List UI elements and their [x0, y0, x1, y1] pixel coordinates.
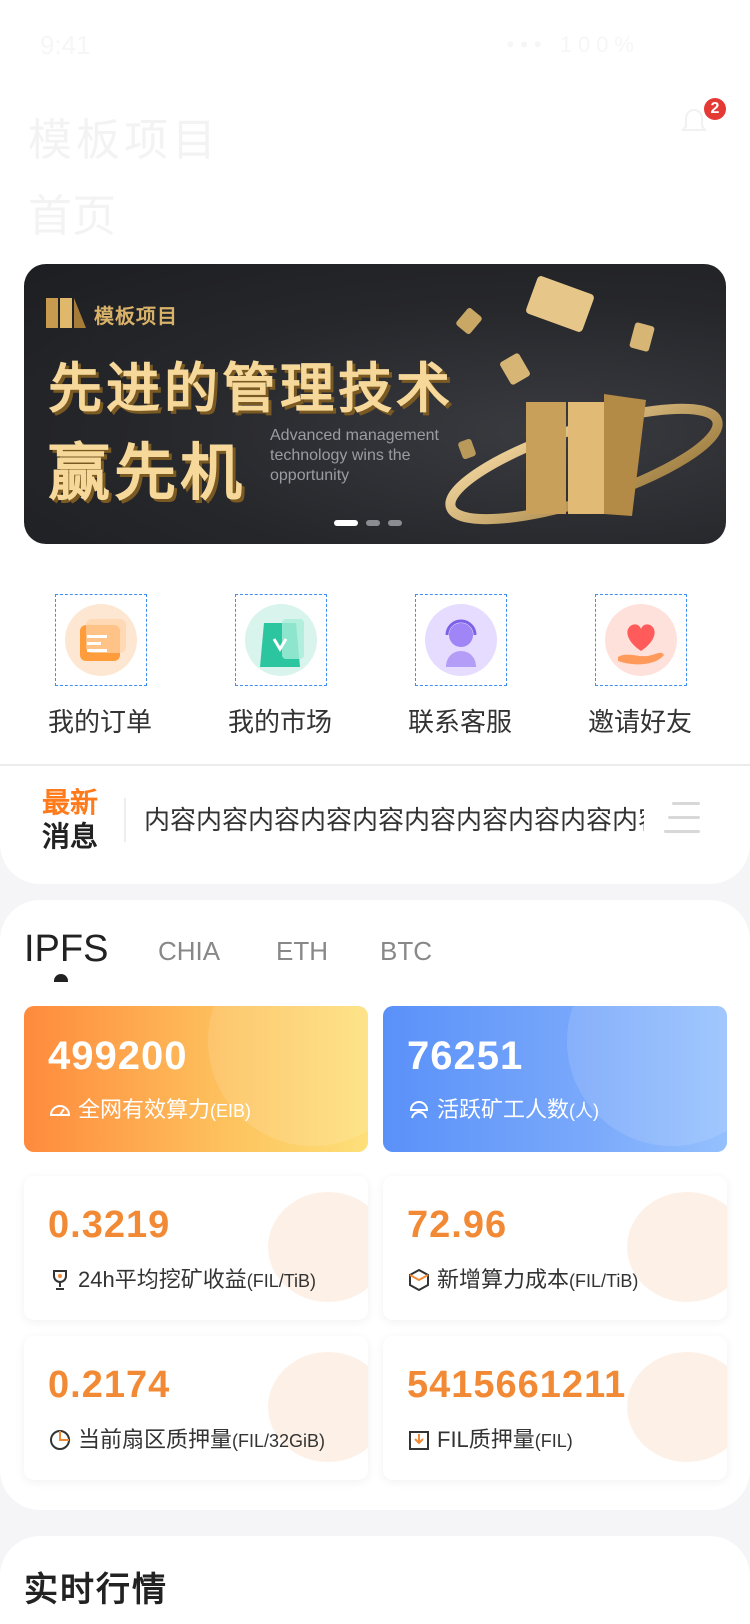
stat-fil-pledge-card[interactable]: 5415661211 FIL质押量(FIL)	[383, 1336, 727, 1480]
quick-item-label: 我的订单	[47, 707, 152, 737]
stat-label-text: 活跃矿工人数	[437, 1097, 570, 1122]
stat-value: 499200	[48, 1034, 188, 1078]
stat-new-power-cost-card[interactable]: 72.96 新增算力成本(FIL/TiB)	[383, 1176, 727, 1320]
news-tag-line2: 消息	[42, 821, 99, 852]
quick-item-label: 我的市场	[227, 707, 332, 737]
stats-section: IPFS CHIA ETH BTC 499200 全网有效算力(EIB) 762…	[0, 900, 750, 1510]
stat-label: FIL质押量(FIL)	[407, 1422, 573, 1454]
download-watermark-icon	[627, 1352, 727, 1462]
page-subtitle: 首页	[28, 192, 116, 241]
quick-menu: 我的订单 我的市场 联系客服 邀请好友	[0, 590, 750, 740]
stat-label: 24h平均挖矿收益(FIL/TiB)	[48, 1262, 316, 1294]
quick-item-label: 联系客服	[407, 707, 512, 737]
customer-service-icon	[415, 594, 507, 686]
stat-value: 0.3219	[48, 1204, 171, 1246]
notification-badge: 2	[704, 98, 726, 120]
tab-eth[interactable]: ETH	[276, 936, 328, 967]
stat-unit: (人)	[569, 1101, 600, 1121]
trophy-icon	[53, 1270, 67, 1290]
tab-chia[interactable]: CHIA	[158, 936, 220, 967]
divider	[0, 764, 750, 766]
top-area: 9:41 ••• 100% 模板项目 首页 2 模板项目 先进的管理技术 赢先机…	[0, 0, 750, 884]
status-bar: 9:41 ••• 100%	[0, 20, 750, 64]
stat-label: 新增算力成本(FIL/TiB)	[407, 1262, 638, 1294]
market-title: 实时行情	[24, 1571, 168, 1609]
market-section: 实时行情	[0, 1536, 750, 1624]
news-divider	[124, 798, 126, 842]
news-tag-line1: 最新	[42, 787, 99, 818]
stat-active-miners-card[interactable]: 76251 活跃矿工人数(人)	[383, 1006, 727, 1152]
pie-chart-icon	[50, 1430, 70, 1450]
stat-unit: (FIL/TiB)	[246, 1271, 317, 1291]
stat-label: 当前扇区质押量(FIL/32GiB)	[48, 1422, 325, 1454]
stat-value: 72.96	[407, 1204, 508, 1246]
growth-watermark-icon	[627, 1192, 727, 1302]
stat-label-text: 新增算力成本	[437, 1267, 570, 1292]
stat-label-text: 24h平均挖矿收益	[78, 1267, 247, 1292]
stat-sector-pledge-card[interactable]: 0.2174 当前扇区质押量(FIL/32GiB)	[24, 1336, 368, 1480]
stat-value: 5415661211	[407, 1364, 627, 1406]
decor-circle	[208, 1006, 368, 1146]
stat-label: 活跃矿工人数(人)	[407, 1092, 599, 1124]
brand-logo-icon	[46, 298, 86, 328]
news-list-icon[interactable]	[664, 800, 704, 836]
status-icons: ••• 100%	[506, 32, 640, 57]
stat-value: 76251	[407, 1034, 524, 1078]
stat-label-text: 全网有效算力	[78, 1097, 211, 1122]
banner-english-text: Advanced management technology wins the …	[270, 427, 439, 484]
news-ticker-text[interactable]: 内容内容内容内容内容内容内容内容内容内容	[144, 800, 644, 837]
carousel-dot[interactable]	[366, 520, 380, 526]
tab-indicator	[54, 974, 68, 982]
invite-heart-icon	[595, 594, 687, 686]
market-icon	[235, 594, 327, 686]
cube-icon	[409, 1268, 429, 1292]
decor-circle	[567, 1006, 727, 1146]
stat-label-text: 当前扇区质押量	[78, 1427, 233, 1452]
pledge-download-icon	[409, 1431, 429, 1450]
tab-ipfs[interactable]: IPFS	[24, 928, 108, 971]
order-icon	[55, 594, 147, 686]
speedometer-icon	[49, 1105, 71, 1116]
stat-unit: (FIL/32GiB)	[232, 1431, 326, 1451]
stat-unit: (FIL/TiB)	[569, 1271, 639, 1291]
stat-avg-reward-card[interactable]: 0.3219 24h平均挖矿收益(FIL/TiB)	[24, 1176, 368, 1320]
gold-logo-illustration-icon	[445, 276, 723, 525]
news-tag: 最新 消息	[42, 786, 106, 854]
status-time: 9:41	[40, 30, 91, 60]
stat-label: 全网有效算力(EIB)	[48, 1092, 251, 1124]
banner-headline-1: 先进的管理技术	[48, 359, 454, 419]
promo-banner[interactable]: 模板项目 先进的管理技术 赢先机 Advanced management tec…	[24, 264, 726, 544]
page-title: 模板项目	[28, 116, 220, 165]
banner-brand: 模板项目	[94, 306, 178, 328]
quick-item-label: 邀请好友	[587, 707, 692, 737]
carousel-dots[interactable]	[334, 520, 402, 526]
banner-headline-2: 赢先机	[48, 439, 247, 508]
carousel-dot[interactable]	[334, 520, 358, 526]
tab-btc[interactable]: BTC	[380, 936, 432, 967]
stat-label-text: FIL质押量	[437, 1427, 535, 1452]
stat-value: 0.2174	[48, 1364, 171, 1406]
stat-network-power-card[interactable]: 499200 全网有效算力(EIB)	[24, 1006, 368, 1152]
carousel-dot[interactable]	[388, 520, 402, 526]
stat-unit: (FIL)	[534, 1431, 573, 1451]
stat-unit: (EIB)	[210, 1101, 252, 1121]
miner-helmet-icon	[409, 1101, 429, 1119]
